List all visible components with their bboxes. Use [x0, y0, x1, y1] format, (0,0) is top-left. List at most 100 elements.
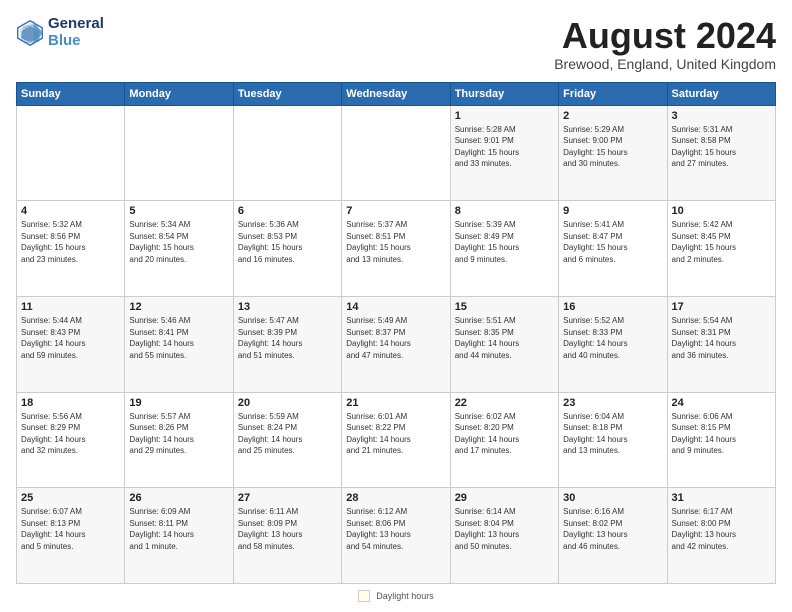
day-number: 4 [21, 205, 120, 217]
calendar-cell: 14 Sunrise: 5:49 AM Sunset: 8:37 PM Dayli… [342, 296, 450, 392]
calendar-week-5: 25 Sunrise: 6:07 AM Sunset: 8:13 PM Dayli… [17, 488, 776, 584]
calendar-cell: 26 Sunrise: 6:09 AM Sunset: 8:11 PM Dayli… [125, 488, 233, 584]
day-number: 13 [238, 301, 337, 313]
weekday-header-saturday: Saturday [667, 82, 775, 105]
calendar-cell: 29 Sunrise: 6:14 AM Sunset: 8:04 PM Dayli… [450, 488, 558, 584]
day-number: 18 [21, 397, 120, 409]
logo-icon [16, 19, 44, 47]
day-number: 7 [346, 205, 445, 217]
weekday-header-wednesday: Wednesday [342, 82, 450, 105]
title-block: August 2024 Brewood, England, United Kin… [554, 16, 776, 72]
calendar-cell: 2 Sunrise: 5:29 AM Sunset: 9:00 PM Daylig… [559, 105, 667, 201]
day-number: 11 [21, 301, 120, 313]
calendar-cell: 19 Sunrise: 5:57 AM Sunset: 8:26 PM Dayli… [125, 392, 233, 488]
day-number: 3 [672, 110, 771, 122]
day-number: 1 [455, 110, 554, 122]
day-info: Sunrise: 5:37 AM Sunset: 8:51 PM Dayligh… [346, 219, 445, 265]
day-info: Sunrise: 5:57 AM Sunset: 8:26 PM Dayligh… [129, 411, 228, 457]
weekday-header-thursday: Thursday [450, 82, 558, 105]
weekday-header-monday: Monday [125, 82, 233, 105]
calendar-cell: 10 Sunrise: 5:42 AM Sunset: 8:45 PM Dayli… [667, 201, 775, 297]
page: General Blue August 2024 Brewood, Englan… [0, 0, 792, 612]
calendar-cell: 23 Sunrise: 6:04 AM Sunset: 8:18 PM Dayli… [559, 392, 667, 488]
day-number: 2 [563, 110, 662, 122]
day-info: Sunrise: 6:02 AM Sunset: 8:20 PM Dayligh… [455, 411, 554, 457]
day-number: 31 [672, 492, 771, 504]
day-number: 15 [455, 301, 554, 313]
day-number: 6 [238, 205, 337, 217]
logo-line1: General [48, 15, 104, 32]
calendar-cell: 20Sunrise: 5:59 AM Sunset: 8:24 PM Dayli… [233, 392, 341, 488]
weekday-header-tuesday: Tuesday [233, 82, 341, 105]
day-info: Sunrise: 5:56 AM Sunset: 8:29 PM Dayligh… [21, 411, 120, 457]
day-number: 29 [455, 492, 554, 504]
footer: Daylight hours [16, 590, 776, 602]
calendar-cell: 30 Sunrise: 6:16 AM Sunset: 8:02 PM Dayli… [559, 488, 667, 584]
day-number: 8 [455, 205, 554, 217]
weekday-header-friday: Friday [559, 82, 667, 105]
day-info: Sunrise: 6:09 AM Sunset: 8:11 PM Dayligh… [129, 506, 228, 552]
day-info: Sunrise: 5:32 AM Sunset: 8:56 PM Dayligh… [21, 219, 120, 265]
calendar-cell: 11Sunrise: 5:44 AM Sunset: 8:43 PM Dayli… [17, 296, 125, 392]
calendar-cell: 21Sunrise: 6:01 AM Sunset: 8:22 PM Dayli… [342, 392, 450, 488]
day-number: 28 [346, 492, 445, 504]
day-info: Sunrise: 5:49 AM Sunset: 8:37 PM Dayligh… [346, 315, 445, 361]
calendar-cell [125, 105, 233, 201]
calendar-cell: 8 Sunrise: 5:39 AM Sunset: 8:49 PM Daylig… [450, 201, 558, 297]
day-info: Sunrise: 6:17 AM Sunset: 8:00 PM Dayligh… [672, 506, 771, 552]
header: General Blue August 2024 Brewood, Englan… [16, 16, 776, 72]
day-info: Sunrise: 5:31 AM Sunset: 8:58 PM Dayligh… [672, 124, 771, 170]
weekday-header-sunday: Sunday [17, 82, 125, 105]
day-info: Sunrise: 5:51 AM Sunset: 8:35 PM Dayligh… [455, 315, 554, 361]
calendar-cell: 27 Sunrise: 6:11 AM Sunset: 8:09 PM Dayli… [233, 488, 341, 584]
day-info: Sunrise: 5:34 AM Sunset: 8:54 PM Dayligh… [129, 219, 228, 265]
day-number: 5 [129, 205, 228, 217]
day-info: Sunrise: 5:52 AM Sunset: 8:33 PM Dayligh… [563, 315, 662, 361]
calendar-cell: 6Sunrise: 5:36 AM Sunset: 8:53 PM Daylig… [233, 201, 341, 297]
day-info: Sunrise: 6:04 AM Sunset: 8:18 PM Dayligh… [563, 411, 662, 457]
logo-line2: Blue [48, 33, 104, 50]
day-number: 26 [129, 492, 228, 504]
day-number: 30 [563, 492, 662, 504]
day-number: 14 [346, 301, 445, 313]
day-info: Sunrise: 6:16 AM Sunset: 8:02 PM Dayligh… [563, 506, 662, 552]
day-number: 22 [455, 397, 554, 409]
day-info: Sunrise: 5:41 AM Sunset: 8:47 PM Dayligh… [563, 219, 662, 265]
day-number: 17 [672, 301, 771, 313]
day-number: 24 [672, 397, 771, 409]
day-info: Sunrise: 6:11 AM Sunset: 8:09 PM Dayligh… [238, 506, 337, 552]
day-number: 23 [563, 397, 662, 409]
calendar-cell: 7 Sunrise: 5:37 AM Sunset: 8:51 PM Daylig… [342, 201, 450, 297]
day-number: 25 [21, 492, 120, 504]
day-info: Sunrise: 6:01 AM Sunset: 8:22 PM Dayligh… [346, 411, 445, 457]
calendar-week-1: 1 Sunrise: 5:28 AM Sunset: 9:01 PM Daylig… [17, 105, 776, 201]
day-number: 12 [129, 301, 228, 313]
day-info: Sunrise: 5:29 AM Sunset: 9:00 PM Dayligh… [563, 124, 662, 170]
calendar-cell: 25 Sunrise: 6:07 AM Sunset: 8:13 PM Dayli… [17, 488, 125, 584]
location: Brewood, England, United Kingdom [554, 56, 776, 72]
day-info: Sunrise: 5:42 AM Sunset: 8:45 PM Dayligh… [672, 219, 771, 265]
day-number: 19 [129, 397, 228, 409]
calendar-cell: 24 Sunrise: 6:06 AM Sunset: 8:15 PM Dayli… [667, 392, 775, 488]
day-info: Sunrise: 5:28 AM Sunset: 9:01 PM Dayligh… [455, 124, 554, 170]
calendar-cell: 3 Sunrise: 5:31 AM Sunset: 8:58 PM Daylig… [667, 105, 775, 201]
daylight-box [358, 590, 370, 602]
calendar-cell: 13Sunrise: 5:47 AM Sunset: 8:39 PM Dayli… [233, 296, 341, 392]
calendar-cell: 5 Sunrise: 5:34 AM Sunset: 8:54 PM Daylig… [125, 201, 233, 297]
day-number: 27 [238, 492, 337, 504]
day-info: Sunrise: 5:39 AM Sunset: 8:49 PM Dayligh… [455, 219, 554, 265]
calendar-cell: 4 Sunrise: 5:32 AM Sunset: 8:56 PM Daylig… [17, 201, 125, 297]
logo: General Blue [16, 16, 104, 49]
day-info: Sunrise: 6:07 AM Sunset: 8:13 PM Dayligh… [21, 506, 120, 552]
day-info: Sunrise: 6:06 AM Sunset: 8:15 PM Dayligh… [672, 411, 771, 457]
logo-text: General Blue [48, 16, 104, 49]
calendar-table: SundayMondayTuesdayWednesdayThursdayFrid… [16, 82, 776, 584]
calendar-cell [17, 105, 125, 201]
day-info: Sunrise: 6:12 AM Sunset: 8:06 PM Dayligh… [346, 506, 445, 552]
calendar-cell: 17Sunrise: 5:54 AM Sunset: 8:31 PM Dayli… [667, 296, 775, 392]
calendar-week-3: 11Sunrise: 5:44 AM Sunset: 8:43 PM Dayli… [17, 296, 776, 392]
calendar-cell: 15 Sunrise: 5:51 AM Sunset: 8:35 PM Dayli… [450, 296, 558, 392]
day-number: 10 [672, 205, 771, 217]
day-info: Sunrise: 6:14 AM Sunset: 8:04 PM Dayligh… [455, 506, 554, 552]
calendar-cell [342, 105, 450, 201]
